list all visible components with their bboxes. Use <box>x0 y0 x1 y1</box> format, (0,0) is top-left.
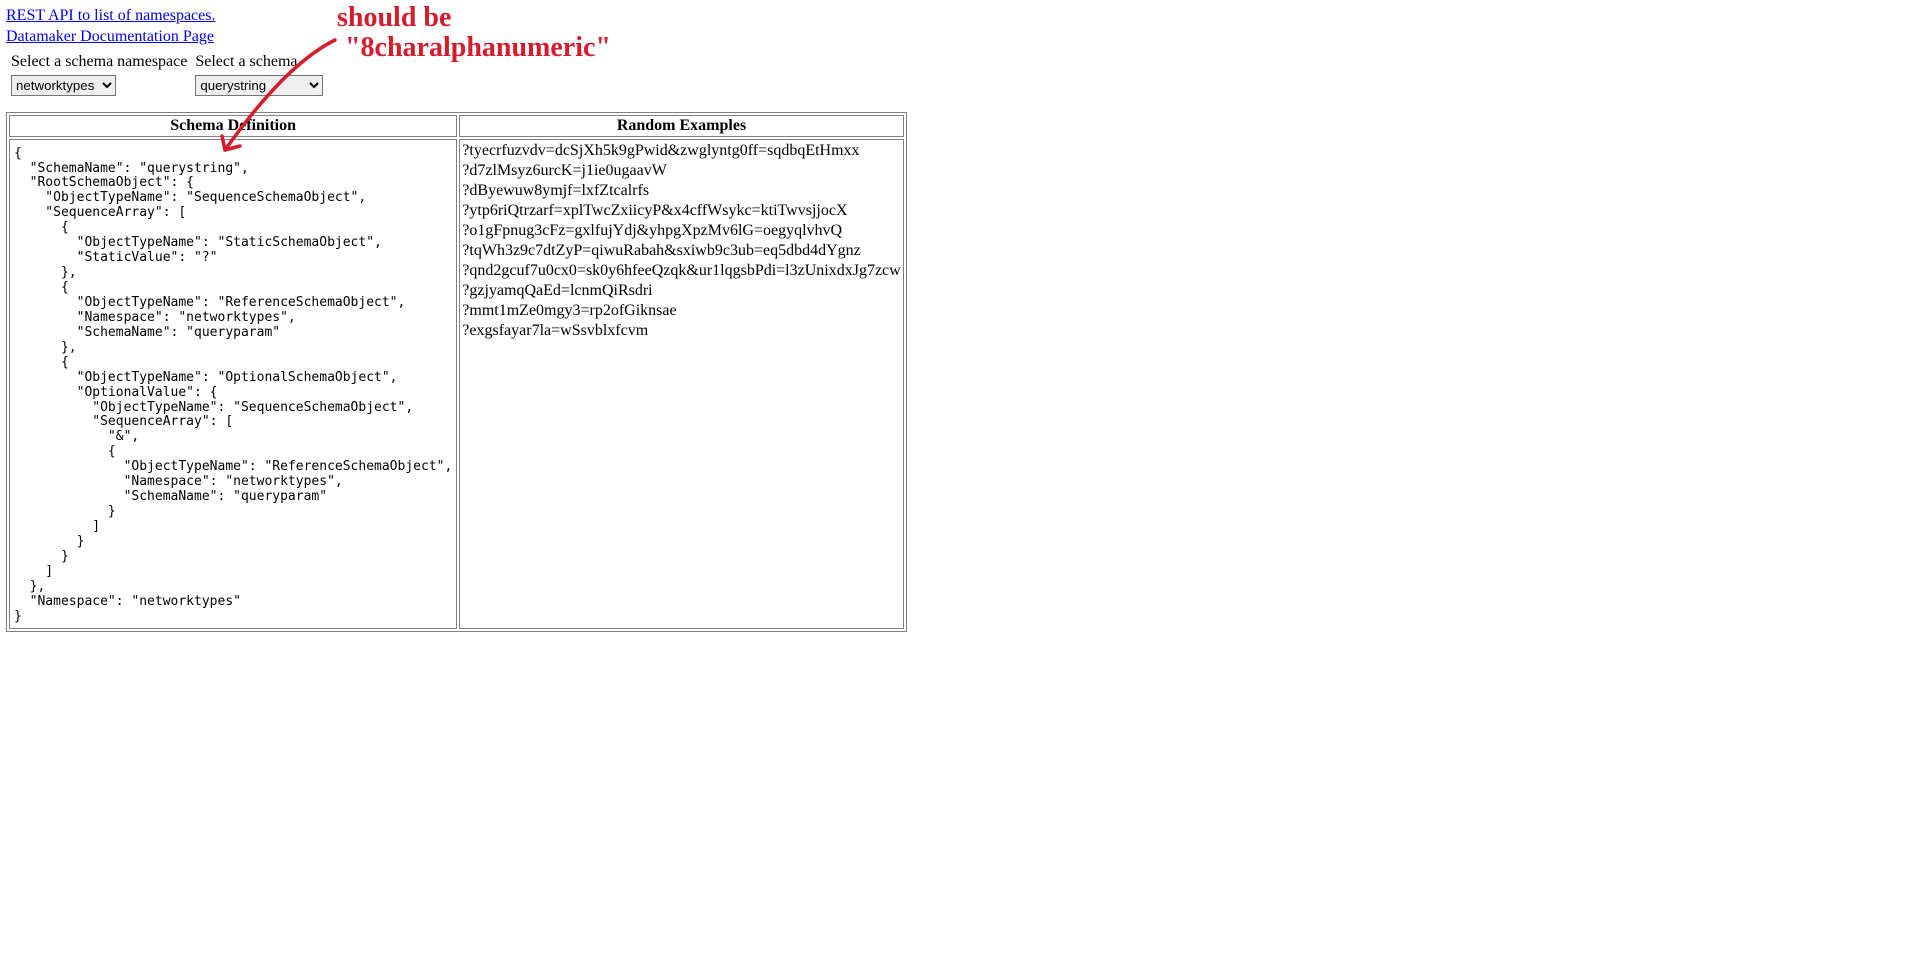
schema-definition-cell: { "SchemaName": "querystring", "RootSche… <box>9 139 457 629</box>
schema-select[interactable]: querystring <box>195 75 323 96</box>
data-table: Schema Definition Random Examples { "Sch… <box>6 112 907 632</box>
namespace-label: Select a schema namespace <box>8 52 190 72</box>
random-examples-header: Random Examples <box>459 115 903 137</box>
docs-link[interactable]: Datamaker Documentation Page <box>6 27 1913 48</box>
top-links: REST API to list of namespaces. Datamake… <box>6 6 1913 48</box>
namespace-select[interactable]: networktypes <box>11 75 116 96</box>
random-examples-cell: ?tyecrfuzvdv=dcSjXh5k9gPwid&zwglyntg0ff=… <box>459 139 903 629</box>
schema-definition-header: Schema Definition <box>9 115 457 137</box>
selector-table: Select a schema namespace Select a schem… <box>6 50 328 99</box>
schema-definition-content: { "SchemaName": "querystring", "RootSche… <box>12 141 454 627</box>
schema-label: Select a schema <box>192 52 326 72</box>
rest-api-link[interactable]: REST API to list of namespaces. <box>6 6 1913 27</box>
